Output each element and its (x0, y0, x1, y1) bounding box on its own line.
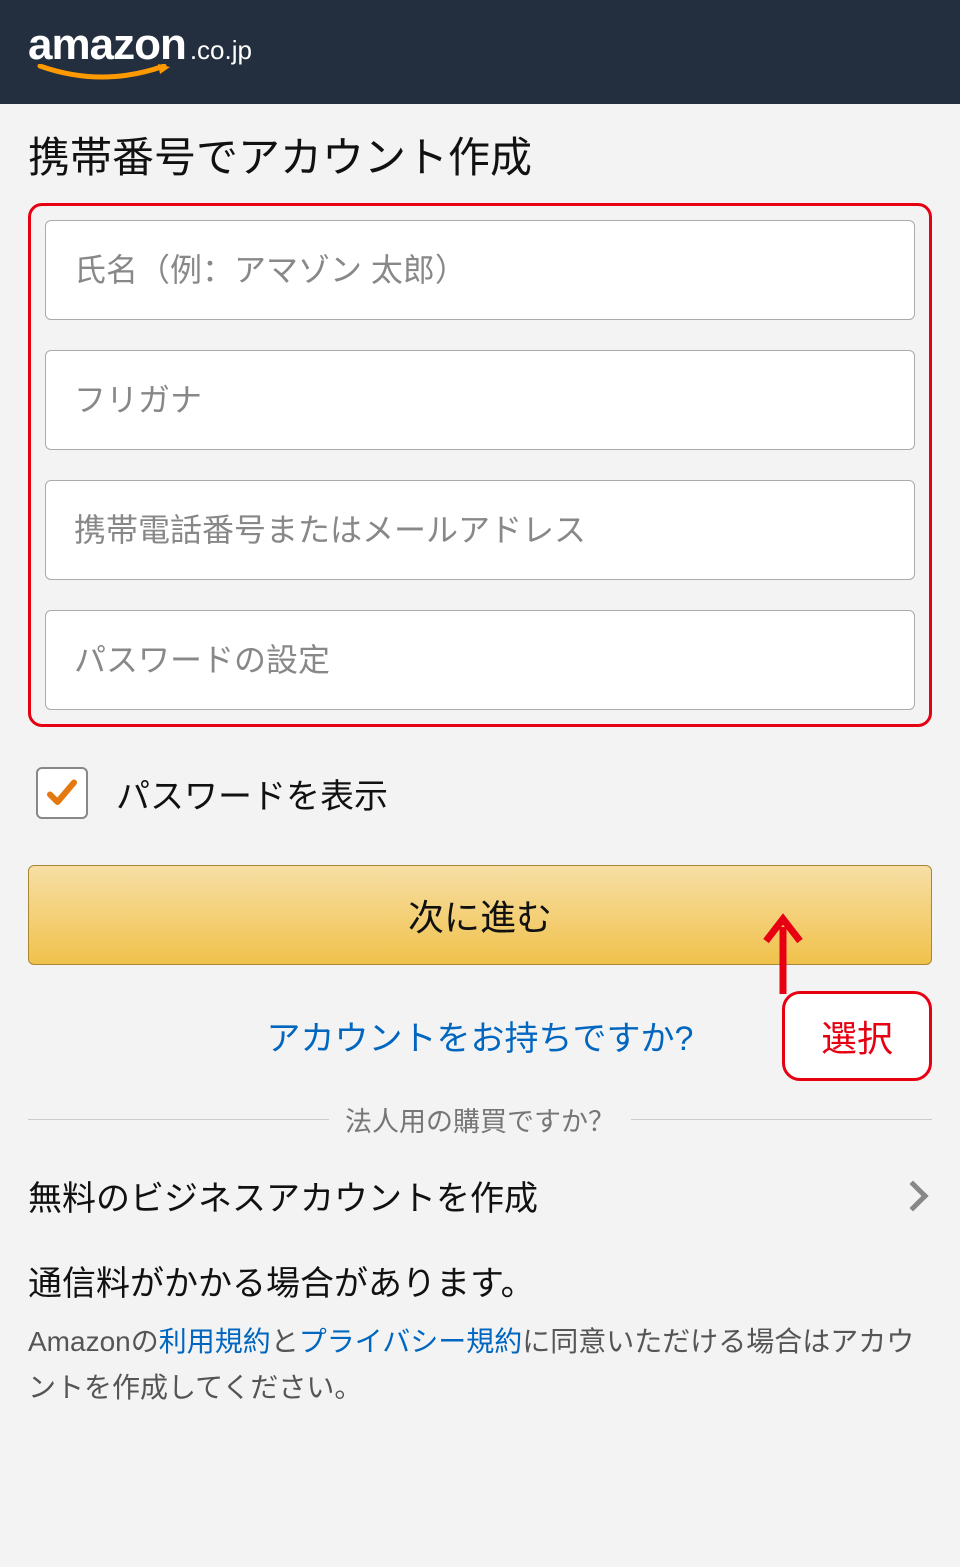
show-password-label: パスワードを表示 (116, 769, 388, 818)
terms-of-use-link[interactable]: 利用規約 (159, 1326, 271, 1357)
show-password-row: パスワードを表示 (28, 767, 932, 819)
signin-row: アカウントをお持ちですか? 選択 (28, 1011, 932, 1060)
logo-text-suffix: .co.jp (190, 35, 252, 66)
content-area: 携帯番号でアカウント作成 パスワードを表示 次に進む アカウントをお持ちですか?… (0, 104, 960, 1451)
signup-form-highlight (28, 203, 932, 727)
amazon-logo[interactable]: amazon .co.jp (28, 20, 252, 84)
data-charges-note: 通信料がかかる場合があります。 (28, 1256, 932, 1305)
show-password-checkbox[interactable] (36, 767, 88, 819)
business-divider-text: 法人用の購買ですか？ (329, 1100, 631, 1139)
business-account-link[interactable]: 無料のビジネスアカウントを作成 (28, 1157, 932, 1256)
page-title: 携帯番号でアカウント作成 (28, 124, 932, 185)
chevron-right-icon (897, 1180, 928, 1211)
logo-text-main: amazon (28, 20, 186, 69)
checkmark-icon (44, 775, 80, 811)
terms-prefix: Amazonの (28, 1326, 159, 1357)
password-field[interactable] (45, 610, 915, 710)
phone-email-field[interactable] (45, 480, 915, 580)
divider-line-right (631, 1119, 932, 1120)
annotation-callout: 選択 (782, 991, 932, 1081)
business-account-text: 無料のビジネスアカウントを作成 (28, 1171, 538, 1220)
next-button[interactable]: 次に進む (28, 865, 932, 965)
header: amazon .co.jp (0, 0, 960, 104)
privacy-policy-link[interactable]: プライバシー規約 (299, 1326, 522, 1357)
terms-and: と (271, 1326, 299, 1357)
name-field[interactable] (45, 220, 915, 320)
signin-link[interactable]: アカウントをお持ちですか? (267, 1020, 694, 1058)
furigana-field[interactable] (45, 350, 915, 450)
terms-text: Amazonの利用規約とプライバシー規約に同意いただける場合はアカウントを作成し… (28, 1319, 932, 1411)
divider-line-left (28, 1119, 329, 1120)
business-divider: 法人用の購買ですか？ (28, 1100, 932, 1139)
